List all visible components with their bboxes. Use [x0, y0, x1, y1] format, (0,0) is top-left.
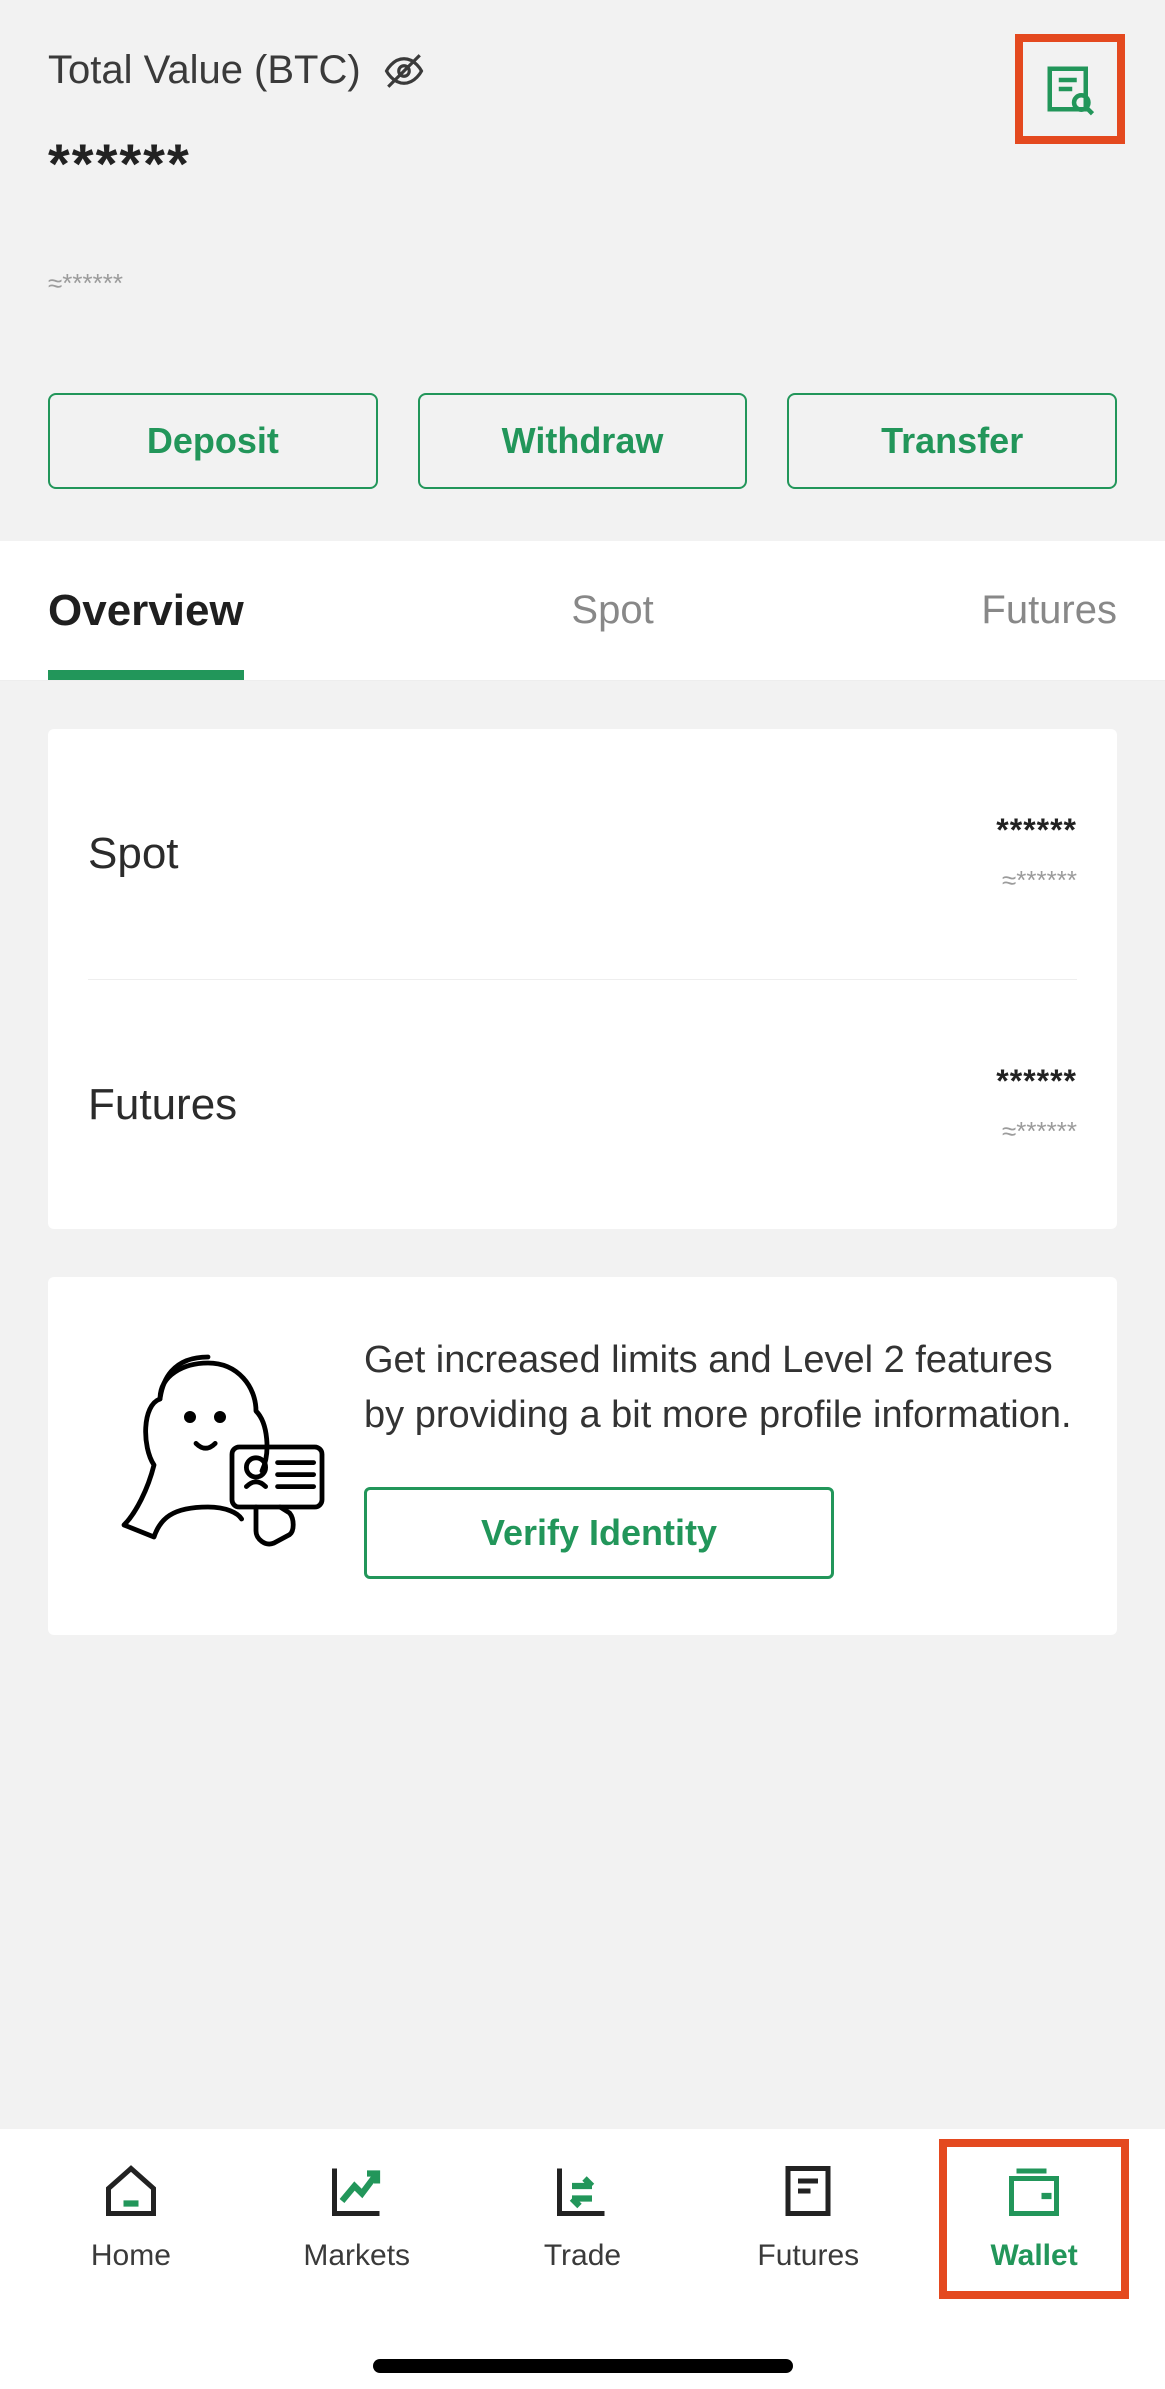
home-indicator[interactable]: [373, 2359, 793, 2373]
trade-icon: [548, 2157, 616, 2225]
bottom-nav: Home Markets Trade: [0, 2129, 1165, 2389]
nav-home-label: Home: [91, 2239, 171, 2273]
tab-spot-label: Spot: [571, 588, 653, 633]
total-value-amount: ******: [48, 131, 1117, 196]
nav-wallet-label: Wallet: [990, 2239, 1077, 2273]
balance-spot-sub: ≈******: [996, 865, 1077, 896]
nav-trade[interactable]: Trade: [487, 2157, 677, 2273]
balance-spot-main: ******: [996, 812, 1077, 849]
nav-markets-label: Markets: [303, 2239, 410, 2273]
overview-balances-card: Spot ****** ≈****** Futures ****** ≈****…: [48, 729, 1117, 1229]
hide-balance-icon[interactable]: [383, 50, 425, 92]
transfer-button[interactable]: Transfer: [787, 393, 1117, 489]
tab-spot[interactable]: Spot: [571, 541, 653, 680]
transaction-history-button[interactable]: [1015, 34, 1125, 144]
nav-trade-label: Trade: [544, 2239, 621, 2273]
verify-content: Get increased limits and Level 2 feature…: [364, 1333, 1077, 1579]
total-value-approx: ≈******: [48, 268, 1117, 299]
total-value-label: Total Value (BTC): [48, 48, 361, 93]
total-value-row: Total Value (BTC): [48, 48, 1117, 93]
balance-futures-main: ******: [996, 1063, 1077, 1100]
futures-icon: [774, 2157, 842, 2225]
wallet-screen: Total Value (BTC) ****** ≈****** Depo: [0, 0, 1165, 2389]
withdraw-button[interactable]: Withdraw: [418, 393, 748, 489]
tab-futures[interactable]: Futures: [981, 541, 1117, 680]
nav-markets[interactable]: Markets: [262, 2157, 452, 2273]
deposit-button[interactable]: Deposit: [48, 393, 378, 489]
balance-spot-values: ****** ≈******: [996, 812, 1077, 896]
balance-futures-values: ****** ≈******: [996, 1063, 1077, 1147]
markets-icon: [323, 2157, 391, 2225]
verify-identity-button[interactable]: Verify Identity: [364, 1487, 834, 1579]
balance-futures-label: Futures: [88, 1080, 237, 1130]
wallet-actions: Deposit Withdraw Transfer: [0, 393, 1165, 489]
balance-row-spot[interactable]: Spot ****** ≈******: [88, 729, 1077, 979]
nav-home[interactable]: Home: [36, 2157, 226, 2273]
wallet-icon: [1000, 2157, 1068, 2225]
verify-illustration: [88, 1333, 328, 1573]
tab-futures-label: Futures: [981, 588, 1117, 633]
wallet-header: Total Value (BTC) ****** ≈******: [0, 0, 1165, 331]
wallet-tabs: Overview Spot Futures: [0, 541, 1165, 681]
balance-spot-label: Spot: [88, 829, 179, 879]
tab-overview[interactable]: Overview: [48, 541, 244, 680]
balance-futures-sub: ≈******: [996, 1116, 1077, 1147]
nav-wallet[interactable]: Wallet: [939, 2139, 1129, 2299]
home-icon: [97, 2157, 165, 2225]
spacer: [0, 1635, 1165, 2129]
verify-text: Get increased limits and Level 2 feature…: [364, 1333, 1077, 1443]
balance-row-futures[interactable]: Futures ****** ≈******: [88, 979, 1077, 1229]
tab-overview-label: Overview: [48, 586, 244, 636]
nav-futures[interactable]: Futures: [713, 2157, 903, 2273]
nav-futures-label: Futures: [757, 2239, 859, 2273]
verify-identity-card: Get increased limits and Level 2 feature…: [48, 1277, 1117, 1635]
